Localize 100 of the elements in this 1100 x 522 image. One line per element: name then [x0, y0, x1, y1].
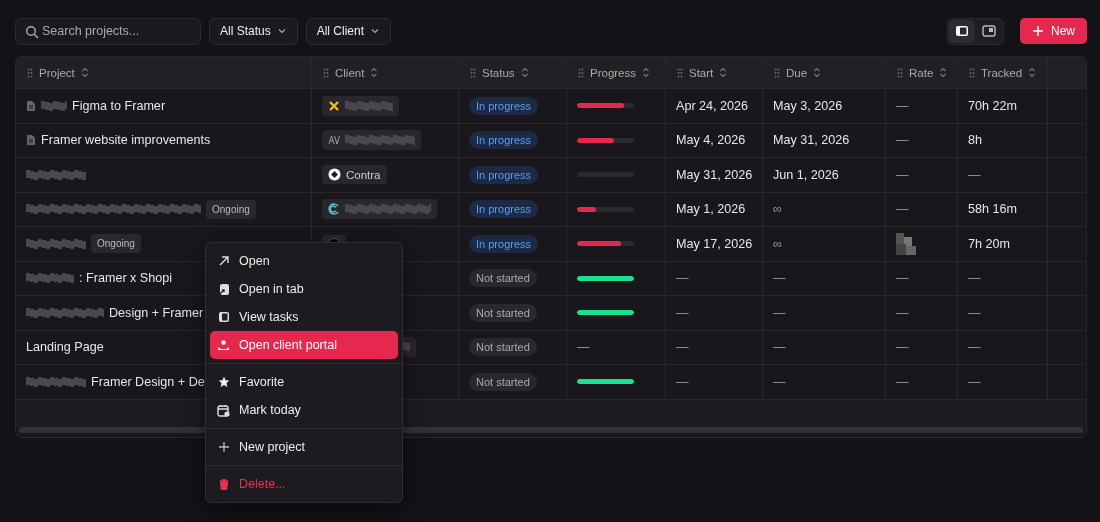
cell-text: —	[676, 374, 689, 389]
status-badge: In progress	[469, 131, 539, 150]
drag-handle-icon	[677, 67, 683, 78]
project-name: Framer Design + De	[91, 374, 205, 389]
sort-icon	[719, 67, 728, 78]
cell-text: —	[896, 340, 909, 355]
cell-text: 58h 16m	[968, 202, 1017, 217]
column-header[interactable]: Tracked	[981, 66, 1023, 79]
cell-text: Apr 24, 2026	[676, 98, 749, 113]
cell-text: May 17, 2026	[676, 236, 753, 251]
sidebar-layout-icon	[955, 25, 969, 37]
cell-text: —	[676, 305, 689, 320]
project-name: Design + Framer	[109, 305, 204, 320]
project-name: Framer website improvements	[41, 133, 211, 148]
star-icon	[217, 376, 230, 388]
cell-text: —	[968, 167, 981, 182]
status-badge: Not started	[469, 338, 537, 357]
cell-text: Jun 1, 2026	[773, 167, 839, 182]
drag-handle-icon	[470, 67, 476, 78]
cell-text: —	[896, 271, 909, 286]
client-name: Contra	[346, 168, 381, 181]
cell-text: —	[896, 305, 909, 320]
status-badge: In progress	[469, 200, 539, 219]
search-field[interactable]: Search projects...	[15, 17, 201, 45]
chevron-down-icon	[370, 26, 381, 36]
drag-handle-icon	[578, 67, 584, 78]
column-header[interactable]: Progress	[590, 66, 637, 79]
status-badge: In progress	[469, 165, 539, 184]
people-icon	[217, 339, 230, 351]
cross-logo-icon	[328, 99, 340, 112]
menu-item[interactable]: View tasks	[210, 303, 398, 331]
view-option[interactable]	[949, 19, 975, 43]
menu-item[interactable]: Delete...	[210, 470, 398, 498]
project-name: Landing Page	[26, 340, 104, 355]
chevron-down-icon	[276, 26, 287, 36]
filter-dropdown[interactable]: All Client	[305, 17, 392, 45]
table-row[interactable]: Contra In progress May 31, 2026 Jun 1, 2026 — —	[16, 157, 1086, 192]
cell-text: 70h 22m	[968, 98, 1017, 113]
column-header[interactable]: Rate	[909, 66, 934, 79]
drag-handle-icon	[27, 67, 33, 78]
arrow-icon	[217, 255, 230, 267]
cell-text: —	[896, 202, 909, 217]
sort-icon	[80, 67, 89, 78]
cell-text: —	[968, 340, 981, 355]
cell-text: —	[896, 98, 909, 113]
column-header[interactable]: Start	[689, 66, 714, 79]
menu-item[interactable]: Open client portal	[210, 331, 398, 359]
new-button[interactable]: New	[1020, 18, 1087, 44]
status-badge: Not started	[469, 269, 537, 288]
status-badge: Not started	[469, 303, 537, 322]
menu-item[interactable]: New project	[210, 433, 398, 461]
column-header[interactable]: Status	[482, 66, 515, 79]
cell-text: —	[676, 271, 689, 286]
plus-icon	[217, 441, 230, 453]
status-badge: In progress	[469, 234, 539, 253]
project-name: : Framer x Shopi	[79, 271, 173, 286]
cell-text: —	[968, 374, 981, 389]
cell-text: ∞	[773, 236, 782, 251]
plus-icon	[1032, 25, 1044, 37]
calendar-icon	[217, 403, 230, 417]
tab-icon	[217, 282, 230, 296]
status-badge: Not started	[469, 372, 537, 391]
cell-text: —	[773, 305, 786, 320]
cell-text: —	[896, 133, 909, 148]
swirl-logo-icon	[328, 203, 340, 216]
trash-icon	[217, 478, 230, 490]
cell-text: May 31, 2026	[676, 167, 753, 182]
table-row[interactable]: Figma to Framer In progress Apr 24, 2026 May 3, 2026 — 70h 22m	[16, 88, 1086, 123]
column-header[interactable]: Client	[335, 66, 365, 79]
board-layout-icon	[982, 25, 996, 37]
sort-icon	[1028, 67, 1037, 78]
cell-text: May 31, 2026	[773, 133, 850, 148]
cell-text: May 3, 2026	[773, 98, 843, 113]
table-row[interactable]: Ongoing In progress May 1, 2026 ∞ — 58h 16m	[16, 191, 1086, 226]
drag-handle-icon	[323, 67, 329, 78]
cell-text: —	[577, 340, 590, 355]
panel-icon	[217, 311, 230, 323]
cell-text: —	[773, 374, 786, 389]
sort-icon	[939, 67, 948, 78]
menu-item[interactable]: Mark today	[210, 396, 398, 424]
cell-text: —	[968, 271, 981, 286]
drag-handle-icon	[774, 67, 780, 78]
ongoing-tag: Ongoing	[206, 199, 256, 219]
filter-dropdown[interactable]: All Status	[209, 17, 298, 45]
cell-text: May 1, 2026	[676, 202, 746, 217]
ongoing-tag: Ongoing	[91, 234, 141, 254]
cell-text: 8h	[968, 133, 982, 148]
table-row[interactable]: Framer website improvements In progress May 4, 2026 May 31, 2026 — 8h	[16, 122, 1086, 157]
drag-handle-icon	[969, 67, 975, 78]
diamond-logo-icon	[328, 168, 341, 182]
cell-text: —	[676, 340, 689, 355]
cell-text: —	[968, 305, 981, 320]
cell-text: 7h 20m	[968, 236, 1010, 251]
cell-text: May 4, 2026	[676, 133, 746, 148]
menu-item[interactable]: Favorite	[210, 368, 398, 396]
sort-icon	[520, 67, 529, 78]
column-header[interactable]: Project	[39, 66, 75, 79]
cell-text: —	[773, 340, 786, 355]
column-header[interactable]: Due	[786, 66, 808, 79]
search-icon	[25, 24, 39, 39]
